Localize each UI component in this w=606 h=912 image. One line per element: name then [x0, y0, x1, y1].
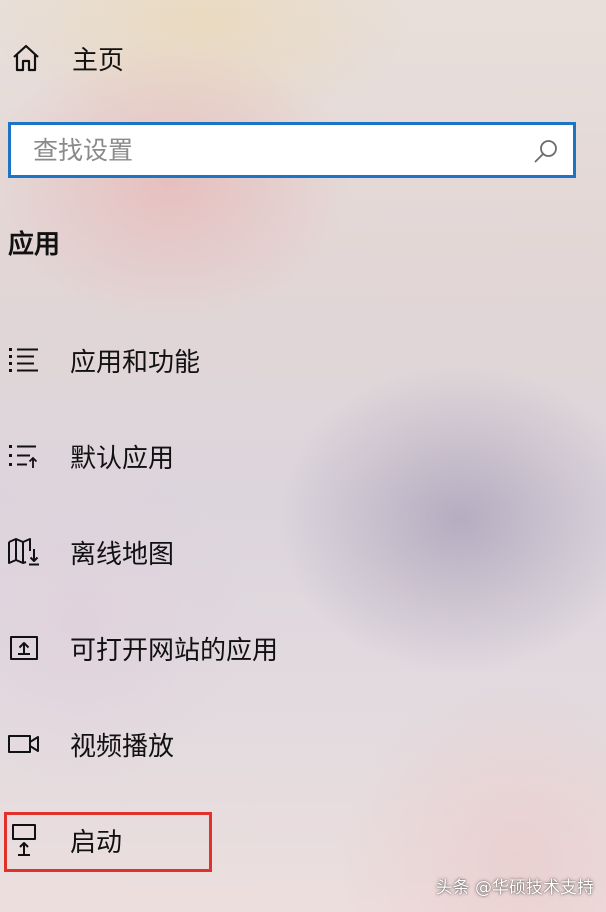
apps-features-list-icon	[6, 342, 42, 378]
home-icon	[10, 42, 42, 74]
sidebar-item-label: 启动	[70, 827, 123, 858]
sidebar-item-label: 可打开网站的应用	[70, 635, 279, 666]
sidebar-item-apps-for-websites[interactable]: 可打开网站的应用	[6, 622, 406, 674]
sidebar-item-offline-maps[interactable]: 离线地图	[6, 526, 406, 578]
search-input[interactable]	[11, 125, 573, 175]
sidebar-item-apps-and-features[interactable]: 应用和功能	[6, 334, 406, 386]
sidebar-item-label: 视频播放	[70, 731, 175, 762]
section-title: 应用	[8, 230, 61, 260]
search-icon[interactable]	[533, 138, 559, 164]
home-label: 主页	[72, 45, 125, 76]
nav-home[interactable]: 主页	[10, 38, 210, 78]
sidebar-item-label: 应用和功能	[70, 347, 201, 378]
startup-monitor-icon	[6, 822, 42, 858]
offline-map-download-icon	[6, 534, 42, 570]
video-camera-icon	[6, 726, 42, 762]
sidebar-item-label: 离线地图	[70, 539, 175, 570]
watermark: 头条 @华硕技术支持	[435, 878, 594, 898]
sidebar-item-startup[interactable]: 启动	[6, 814, 406, 866]
sidebar-item-video-playback[interactable]: 视频播放	[6, 718, 406, 770]
sidebar-item-label: 默认应用	[70, 443, 175, 474]
default-apps-list-icon	[6, 438, 42, 474]
sidebar-item-default-apps[interactable]: 默认应用	[6, 430, 406, 482]
apps-for-websites-icon	[6, 630, 42, 666]
search-box[interactable]	[8, 122, 576, 178]
